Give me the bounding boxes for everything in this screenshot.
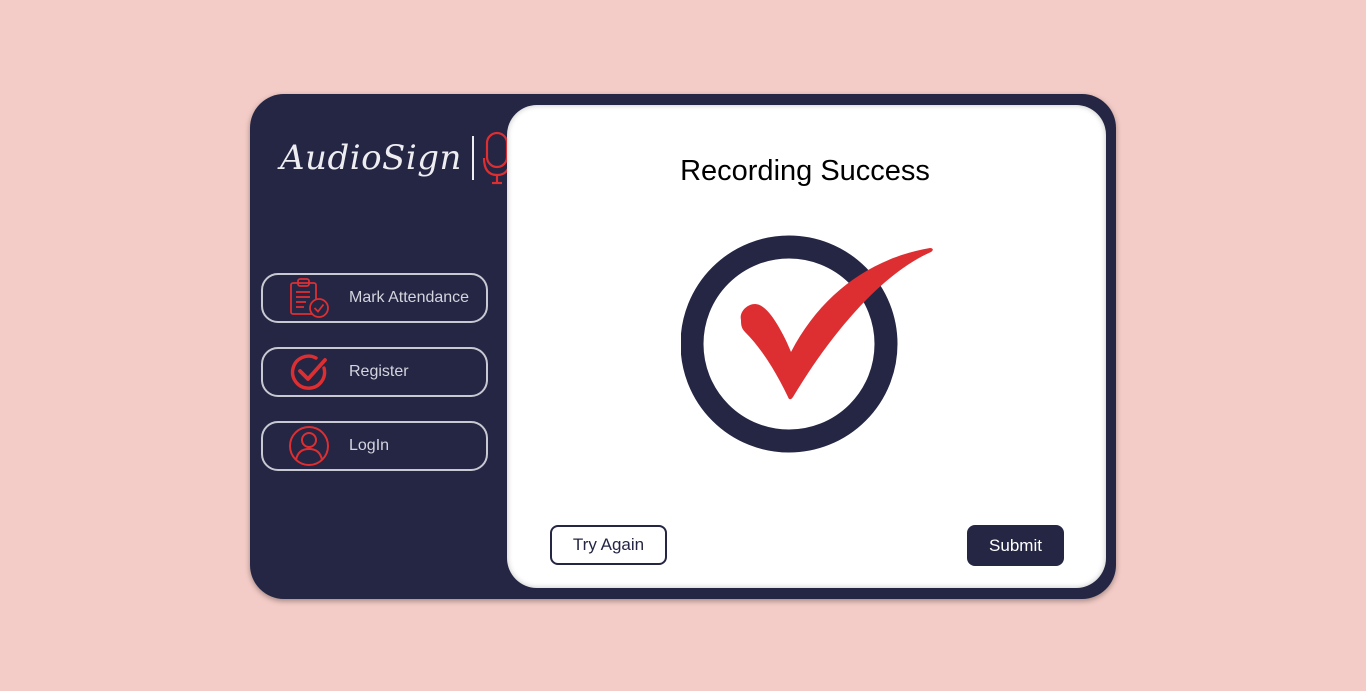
try-again-button[interactable]: Try Again [550,525,667,565]
sidebar-item-label: Mark Attendance [349,289,470,306]
submit-button[interactable]: Submit [967,525,1064,566]
sidebar-item-register[interactable]: Register [261,347,488,397]
brand-logo: AudioSign [280,130,512,186]
circle-check-icon [287,350,331,394]
sidebar-item-label: Register [349,363,409,380]
brand-name: AudioSign [280,138,462,178]
user-circle-icon [287,424,331,468]
brand-divider [471,136,474,180]
page-title: Recording Success [680,155,930,187]
sidebar-item-login[interactable]: LogIn [261,421,488,471]
sidebar-item-mark-attendance[interactable]: Mark Attendance [261,273,488,323]
main-panel: Recording Success Try Again Submit [507,105,1106,588]
sidebar-item-label: LogIn [349,437,390,454]
app-card: AudioSign Mark Attendance Register LogIn… [250,94,1116,599]
success-checkmark-icon [681,235,933,453]
clipboard-check-icon [287,276,331,320]
